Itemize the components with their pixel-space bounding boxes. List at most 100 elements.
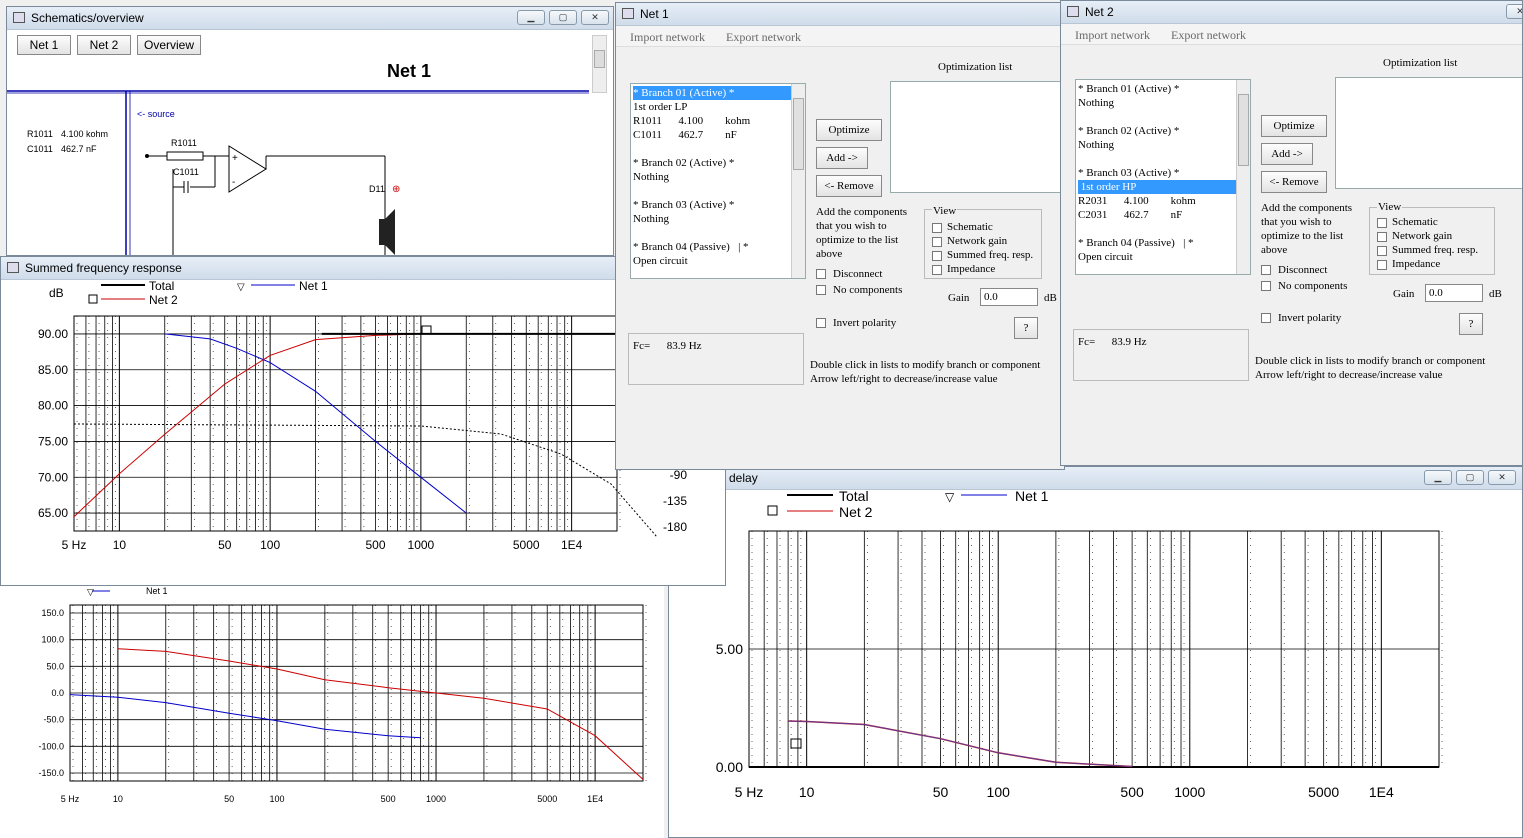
net2-branch-list[interactable]: * Branch 01 (Active) * Nothing * Branch 02… bbox=[1075, 79, 1251, 275]
delay-close-button[interactable]: ✕ bbox=[1488, 470, 1516, 485]
net1-branch-row[interactable]: Open circuit bbox=[633, 254, 791, 268]
net1-branch-row[interactable]: C1011 462.7 nF bbox=[633, 128, 791, 142]
net2-branch-row[interactable] bbox=[1078, 152, 1236, 166]
net1-menu-export[interactable]: Export network bbox=[726, 30, 801, 45]
net2-branch-row[interactable]: * Branch 02 (Active) * bbox=[1078, 124, 1236, 138]
net1-window-icon bbox=[622, 8, 634, 19]
net2-nocomp-checkbox[interactable] bbox=[1261, 281, 1271, 291]
net2-disconnect-checkbox[interactable] bbox=[1261, 265, 1271, 275]
net2-add-button[interactable]: Add -> bbox=[1261, 143, 1313, 165]
net1-menu-import[interactable]: Import network bbox=[630, 30, 705, 45]
net2-branch-row[interactable]: R2031 4.100 kohm bbox=[1078, 194, 1236, 208]
net1-branch-scrollbar[interactable] bbox=[791, 84, 805, 278]
sfr-window-icon bbox=[7, 262, 19, 273]
net1-remove-button[interactable]: <- Remove bbox=[816, 175, 882, 197]
net2-branch-row[interactable]: * Branch 01 (Active) * bbox=[1078, 82, 1236, 96]
net2-gain-label: Gain bbox=[1393, 288, 1415, 300]
tick-label: 65.00 bbox=[38, 506, 68, 520]
delay-chart: Total Net 2 ▽ Net 1 5.00 0.00 5 Hz 10 50 100… bbox=[716, 489, 1443, 800]
sfr-legend-total: Total bbox=[149, 279, 174, 293]
net2-view-item: Network gain bbox=[1392, 230, 1453, 242]
schematic-diagram: <- source R1011 4.100 kohm C1011 462.7 n… bbox=[7, 90, 589, 255]
net1-branch-row[interactable]: * Branch 03 (Active) * bbox=[633, 198, 791, 212]
net1-branch-row[interactable]: 1st order LP bbox=[633, 100, 791, 114]
net2-branch-row[interactable] bbox=[1078, 222, 1236, 236]
resistor-label: R1011 bbox=[171, 138, 197, 148]
tick-label: 150.0 bbox=[41, 608, 64, 618]
tick-label: -150.0 bbox=[38, 768, 64, 778]
net2-branch-row[interactable]: * Branch 03 (Active) * bbox=[1078, 166, 1236, 180]
net2-help-button[interactable]: ? bbox=[1459, 313, 1483, 335]
net1-invert-checkbox[interactable] bbox=[816, 318, 826, 328]
net1-branch-row[interactable]: * Branch 01 (Active) * bbox=[633, 86, 791, 100]
net1-branch-row[interactable] bbox=[633, 226, 791, 240]
delay-minimize-button[interactable]: ▁ bbox=[1424, 470, 1452, 485]
net1-optimize-button[interactable]: Optimize bbox=[816, 119, 882, 141]
tick-label: 500 bbox=[381, 794, 396, 804]
net1-branch-list[interactable]: * Branch 01 (Active) * 1st order LP R1011 … bbox=[630, 83, 806, 279]
net2-close-button[interactable]: ✕ bbox=[1506, 4, 1522, 19]
net1-branch-row[interactable]: * Branch 04 (Passive) | * bbox=[633, 240, 791, 254]
net2-view-checkbox[interactable] bbox=[1377, 260, 1387, 270]
net2-view-checkbox[interactable] bbox=[1377, 232, 1387, 242]
net2-hint1: Double click in lists to modify branch o… bbox=[1255, 355, 1486, 367]
schematic-maximize-button[interactable]: ▢ bbox=[549, 10, 577, 25]
net2-window: Net 2 ✕ Import network Export network * … bbox=[1060, 0, 1523, 466]
net2-branch-row[interactable] bbox=[1078, 110, 1236, 124]
net2-menu-import[interactable]: Import network bbox=[1075, 28, 1150, 43]
schematic-window: Schematics/overview ▁ ▢ ✕ Net 1 Net 2 Ov… bbox=[6, 6, 614, 256]
tick-label: 85.00 bbox=[38, 363, 68, 377]
net2-view-checkbox[interactable] bbox=[1377, 218, 1387, 228]
net1-opt-list[interactable] bbox=[890, 81, 1064, 193]
net1-title: Net 1 bbox=[640, 7, 669, 21]
net2-optimize-button[interactable]: Optimize bbox=[1261, 115, 1327, 137]
net1-view-title: View bbox=[932, 205, 958, 217]
net1-view-checkbox[interactable] bbox=[932, 265, 942, 275]
net2-branch-row[interactable]: Open circuit bbox=[1078, 250, 1236, 264]
net2-branch-scrollbar[interactable] bbox=[1236, 80, 1250, 274]
net2-opt-list[interactable] bbox=[1335, 77, 1522, 189]
tick-label: -50.0 bbox=[43, 715, 64, 725]
net1-branch-row[interactable]: Nothing bbox=[633, 212, 791, 226]
schematic-minimize-button[interactable]: ▁ bbox=[517, 10, 545, 25]
net1-gain-unit: dB bbox=[1044, 292, 1057, 304]
delay-legend-net2-marker bbox=[767, 505, 778, 516]
tick-label: 5 Hz bbox=[62, 538, 87, 552]
sfr-legend-net2-marker bbox=[88, 294, 98, 304]
schematic-title: Schematics/overview bbox=[31, 11, 144, 25]
net1-nocomp-checkbox[interactable] bbox=[816, 285, 826, 295]
net1-gain-input[interactable]: 0.0 bbox=[980, 288, 1038, 306]
net1-help-button[interactable]: ? bbox=[1014, 317, 1038, 339]
net1-view-checkbox[interactable] bbox=[932, 237, 942, 247]
net1-view-checkbox[interactable] bbox=[932, 223, 942, 233]
net1-view-checkbox[interactable] bbox=[932, 251, 942, 261]
net2-gain-input[interactable]: 0.0 bbox=[1425, 284, 1483, 302]
tick-label: 10 bbox=[799, 784, 815, 800]
net2-invert-checkbox[interactable] bbox=[1261, 313, 1271, 323]
net1-add-button[interactable]: Add -> bbox=[816, 147, 868, 169]
source-label: <- source bbox=[137, 109, 175, 119]
net2-menu-export[interactable]: Export network bbox=[1171, 28, 1246, 43]
sfr-legend-net1-marker: ▽ bbox=[237, 282, 245, 293]
tick-label: 5000 bbox=[513, 538, 540, 552]
net2-branch-row[interactable]: Nothing bbox=[1078, 96, 1236, 110]
net1-branch-row[interactable] bbox=[633, 184, 791, 198]
net2-branch-row[interactable]: * Branch 04 (Passive) | * bbox=[1078, 236, 1236, 250]
net1-branch-row[interactable] bbox=[633, 142, 791, 156]
delay-maximize-button[interactable]: ▢ bbox=[1456, 470, 1484, 485]
net1-branch-row[interactable]: * Branch 02 (Active) * bbox=[633, 156, 791, 170]
net2-remove-button[interactable]: <- Remove bbox=[1261, 171, 1327, 193]
schematic-close-button[interactable]: ✕ bbox=[581, 10, 609, 25]
net2-view-checkbox[interactable] bbox=[1377, 246, 1387, 256]
net2-branch-row[interactable]: 1st order HP bbox=[1078, 180, 1236, 194]
net2-branch-row[interactable]: C2031 462.7 nF bbox=[1078, 208, 1236, 222]
net1-disconnect-checkbox[interactable] bbox=[816, 269, 826, 279]
sfr-title: Summed frequency response bbox=[25, 261, 182, 275]
net1-fc-value: Fc= 83.9 Hz bbox=[633, 340, 702, 352]
net2-view-item: Summed freq. resp. bbox=[1392, 244, 1479, 256]
net2-branch-row[interactable]: Nothing bbox=[1078, 138, 1236, 152]
net1-branch-row[interactable]: R1011 4.100 kohm bbox=[633, 114, 791, 128]
net1-opt-label: Optimization list bbox=[938, 61, 1013, 73]
net1-branch-row[interactable]: Nothing bbox=[633, 170, 791, 184]
delay-legend-net2: Net 2 bbox=[839, 504, 873, 520]
